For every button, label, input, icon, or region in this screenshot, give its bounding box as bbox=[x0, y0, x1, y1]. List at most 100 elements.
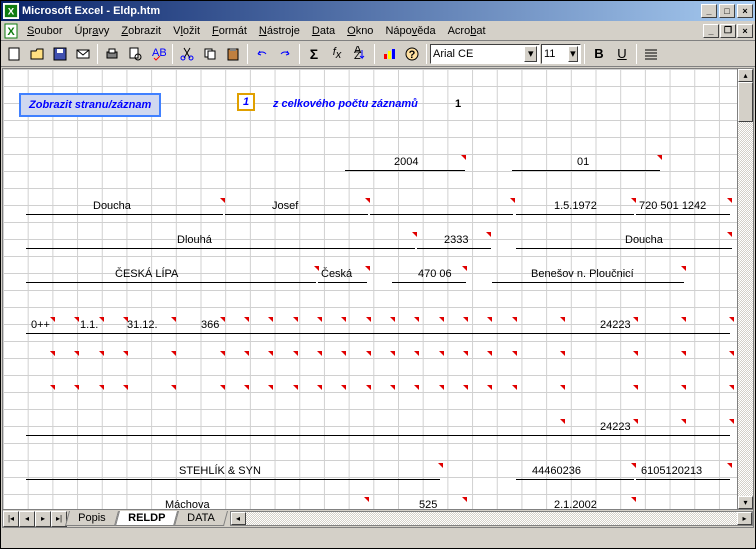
undo-icon[interactable] bbox=[251, 43, 273, 65]
autosum-icon[interactable]: Σ bbox=[303, 43, 325, 65]
save-icon[interactable] bbox=[49, 43, 71, 65]
scroll-right-icon[interactable]: ▸ bbox=[737, 512, 752, 525]
comment-marker bbox=[681, 385, 686, 390]
scroll-up-icon[interactable]: ▴ bbox=[738, 69, 753, 82]
paste-icon[interactable] bbox=[222, 43, 244, 65]
city: ČESKÁ LÍPA bbox=[115, 268, 178, 280]
underline-button[interactable]: U bbox=[611, 43, 633, 65]
menu-vlozit[interactable]: Vložit bbox=[167, 23, 206, 39]
comment-marker bbox=[123, 385, 128, 390]
total-value: 1 bbox=[455, 98, 461, 110]
worksheet[interactable]: Zobrazit stranu/záznam 1 z celkového poč… bbox=[2, 68, 754, 528]
close-button[interactable]: × bbox=[737, 4, 753, 18]
copy-icon[interactable] bbox=[199, 43, 221, 65]
size-selector[interactable]: ▾ bbox=[541, 44, 581, 64]
ico: 44460236 bbox=[532, 465, 581, 477]
gridlines bbox=[3, 69, 753, 527]
menu-upravy[interactable]: Úpravy bbox=[68, 23, 115, 39]
record-number-box[interactable]: 1 bbox=[237, 93, 255, 111]
sort-asc-icon[interactable]: AZ bbox=[349, 43, 371, 65]
prev-tab-icon[interactable]: ◂ bbox=[19, 511, 35, 527]
doc-close-button[interactable]: × bbox=[737, 24, 753, 38]
comment-marker bbox=[390, 351, 395, 356]
menu-acrobat[interactable]: Acrobat bbox=[442, 23, 492, 39]
svg-text:X: X bbox=[8, 7, 15, 18]
comment-marker bbox=[268, 351, 273, 356]
chevron-down-icon[interactable]: ▾ bbox=[524, 46, 537, 62]
comment-marker bbox=[439, 385, 444, 390]
varsym: 6105120213 bbox=[641, 465, 702, 477]
comment-marker bbox=[317, 385, 322, 390]
vertical-scrollbar[interactable]: ▴ ▾ bbox=[737, 69, 753, 509]
redo-icon[interactable] bbox=[274, 43, 296, 65]
print-icon[interactable] bbox=[101, 43, 123, 65]
svg-text:Z: Z bbox=[354, 50, 361, 62]
next-tab-icon[interactable]: ▸ bbox=[35, 511, 51, 527]
comment-marker bbox=[414, 385, 419, 390]
excel-doc-icon: X bbox=[3, 23, 19, 39]
menu-zobrazit[interactable]: Zobrazit bbox=[115, 23, 167, 39]
open-icon[interactable] bbox=[26, 43, 48, 65]
email-icon[interactable] bbox=[72, 43, 94, 65]
menu-nastroje[interactable]: Nástroje bbox=[253, 23, 306, 39]
doc-restore-button[interactable]: ❐ bbox=[720, 24, 736, 38]
comment-marker bbox=[729, 419, 734, 424]
scroll-thumb[interactable] bbox=[738, 82, 753, 122]
function-icon[interactable]: fx bbox=[326, 43, 348, 65]
comment-marker bbox=[293, 351, 298, 356]
bold-button[interactable]: B bbox=[588, 43, 610, 65]
minimize-button[interactable]: _ bbox=[701, 4, 717, 18]
chevron-down-icon[interactable]: ▾ bbox=[568, 46, 578, 62]
svg-text:?: ? bbox=[409, 49, 416, 61]
tab-reldp[interactable]: RELDP bbox=[115, 511, 178, 526]
preview-icon[interactable] bbox=[124, 43, 146, 65]
comment-marker bbox=[729, 385, 734, 390]
tab-popis[interactable]: Popis bbox=[65, 511, 119, 526]
show-page-button[interactable]: Zobrazit stranu/záznam bbox=[19, 93, 161, 117]
total-sum: 24223 bbox=[600, 421, 631, 433]
comment-marker bbox=[50, 385, 55, 390]
cut-icon[interactable] bbox=[176, 43, 198, 65]
font-selector[interactable]: ▾ bbox=[430, 44, 540, 64]
scroll-down-icon[interactable]: ▾ bbox=[738, 496, 753, 509]
help-icon[interactable]: ? bbox=[401, 43, 423, 65]
menu-okno[interactable]: Okno bbox=[341, 23, 379, 39]
menu-napoveda[interactable]: Nápověda bbox=[379, 23, 441, 39]
street: Dlouhá bbox=[177, 234, 212, 246]
comment-marker bbox=[512, 351, 517, 356]
menu-soubor[interactable]: Soubor bbox=[21, 23, 68, 39]
font-input[interactable] bbox=[433, 48, 524, 60]
align-icon[interactable] bbox=[640, 43, 662, 65]
name: Josef bbox=[272, 200, 298, 212]
spellcheck-icon[interactable]: ABC bbox=[147, 43, 169, 65]
comment-marker bbox=[268, 385, 273, 390]
comment-marker bbox=[560, 385, 565, 390]
maximize-button[interactable]: □ bbox=[719, 4, 735, 18]
menu-data[interactable]: Data bbox=[306, 23, 341, 39]
horizontal-scrollbar[interactable]: ◂ ▸ bbox=[230, 511, 753, 526]
comment-marker bbox=[317, 351, 322, 356]
size-input[interactable] bbox=[544, 48, 568, 60]
comment-marker bbox=[74, 385, 79, 390]
comment-marker bbox=[366, 351, 371, 356]
doc-minimize-button[interactable]: _ bbox=[703, 24, 719, 38]
menu-format[interactable]: Formát bbox=[206, 23, 253, 39]
window-title: Microsoft Excel - Eldp.htm bbox=[22, 5, 701, 17]
scroll-left-icon[interactable]: ◂ bbox=[231, 512, 246, 525]
comment-marker bbox=[220, 351, 225, 356]
tab-data[interactable]: DATA bbox=[174, 511, 228, 526]
first-tab-icon[interactable]: |◂ bbox=[3, 511, 19, 527]
dob: 1.5.1972 bbox=[554, 200, 597, 212]
new-icon[interactable] bbox=[3, 43, 25, 65]
chart-icon[interactable] bbox=[378, 43, 400, 65]
sheet-tabs: |◂ ◂ ▸ ▸| Popis RELDP DATA ◂ ▸ bbox=[3, 509, 753, 527]
comment-marker bbox=[463, 385, 468, 390]
comment-marker bbox=[366, 385, 371, 390]
comment-marker bbox=[171, 351, 176, 356]
comment-marker bbox=[171, 385, 176, 390]
comment-marker bbox=[244, 385, 249, 390]
comment-marker bbox=[414, 351, 419, 356]
country: Česká bbox=[321, 268, 352, 280]
company: STEHLÍK & SYN bbox=[179, 465, 261, 477]
comment-marker bbox=[560, 351, 565, 356]
